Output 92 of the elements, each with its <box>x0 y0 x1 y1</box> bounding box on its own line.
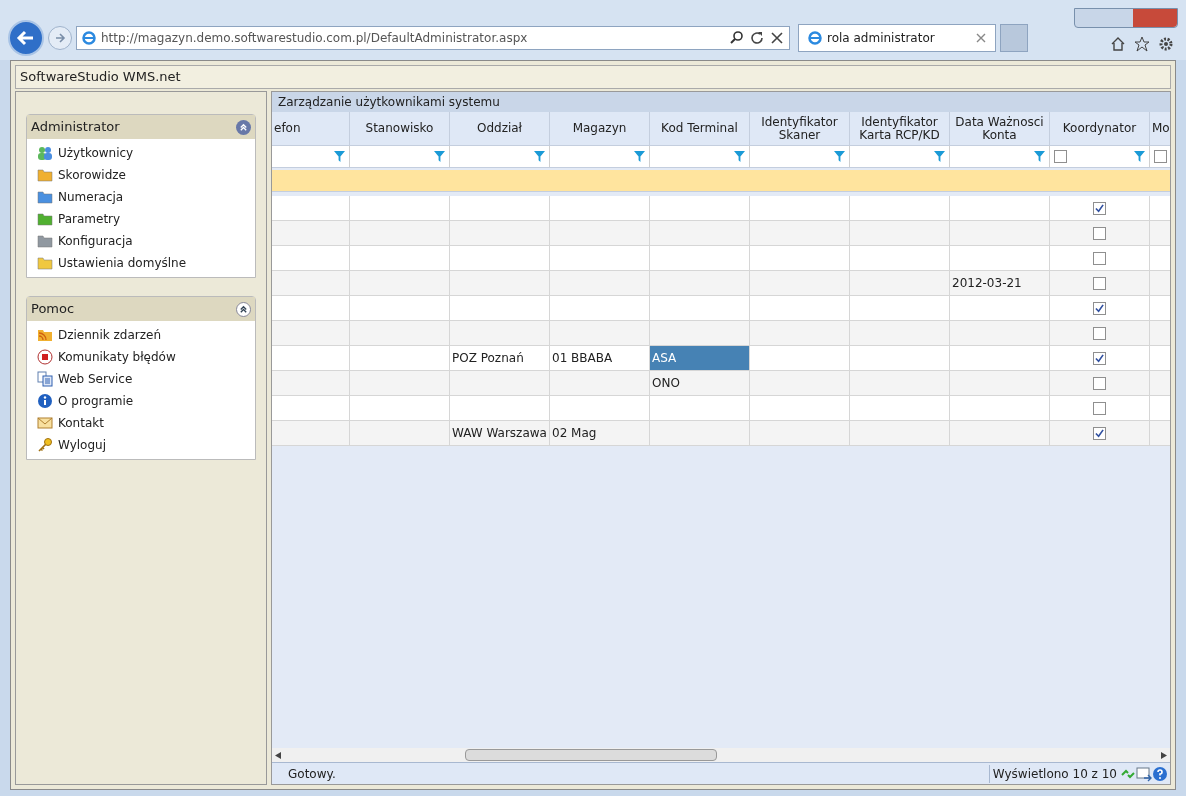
sidebar-item[interactable]: Numeracja <box>37 186 245 208</box>
table-cell-text: ONO <box>652 375 680 392</box>
collapse-icon[interactable] <box>236 119 251 135</box>
status-text: Gotowy. <box>287 765 337 783</box>
filter-icon[interactable] <box>534 151 545 162</box>
sidebar-item[interactable]: Parametry <box>37 208 245 230</box>
sidebar-item[interactable]: Ustawienia domyślne <box>37 252 245 274</box>
forward-button[interactable] <box>48 26 72 50</box>
collapse-icon[interactable] <box>236 301 251 317</box>
mail-icon <box>37 415 53 431</box>
info-icon <box>37 393 53 409</box>
column-header[interactable]: Data Ważnosci Konta <box>950 115 1049 142</box>
column-header[interactable]: Identyfikator Skaner <box>750 115 849 142</box>
browser-tab[interactable]: rola administrator <box>798 24 996 52</box>
back-button[interactable] <box>8 20 44 56</box>
tab-title: rola administrator <box>827 30 936 47</box>
checkbox[interactable] <box>1054 150 1067 163</box>
checkbox[interactable] <box>1093 276 1106 290</box>
column-header[interactable]: Kod Terminal <box>659 122 740 135</box>
arrow-icon <box>54 32 66 44</box>
sidebar-item[interactable]: Użytkownicy <box>37 142 245 164</box>
search-icon[interactable] <box>729 30 745 46</box>
folder-icon <box>37 255 53 271</box>
sidebar-item[interactable]: Komunikaty błędów <box>37 346 245 368</box>
folder-icon <box>37 233 53 249</box>
window-controls[interactable] <box>1074 8 1178 28</box>
filter-icon[interactable] <box>1134 151 1145 162</box>
stop-icon <box>37 349 53 365</box>
table-cell-text: 2012-03-21 <box>952 275 1022 292</box>
home-icon[interactable] <box>1110 36 1126 52</box>
column-header[interactable]: Identyfikator Karta RCP/KD <box>850 115 949 142</box>
table-cell-text: 02 Mag <box>552 425 597 442</box>
folder-icon <box>37 189 53 205</box>
column-header[interactable]: Mo <box>1150 122 1170 135</box>
column-header[interactable]: Stanowisko <box>363 122 436 135</box>
filter-icon[interactable] <box>934 151 945 162</box>
filter-icon[interactable] <box>834 151 845 162</box>
sidebar-item[interactable]: Skorowidze <box>37 164 245 186</box>
checkbox[interactable] <box>1093 426 1106 440</box>
table-cell-text: POZ Poznań <box>452 350 524 367</box>
scrollbar-thumb[interactable] <box>465 749 717 761</box>
checkbox[interactable] <box>1093 351 1106 365</box>
column-header[interactable]: efon <box>272 122 303 135</box>
panel-title: Pomoc <box>31 300 75 319</box>
column-header[interactable]: Oddział <box>474 122 525 135</box>
page-icon <box>807 30 823 46</box>
table-cell-text: 01 BBABA <box>552 350 613 367</box>
page-icon <box>81 30 97 46</box>
folder-feed-icon <box>37 327 53 343</box>
address-bar[interactable]: http://magazyn.demo.softwarestudio.com.pl/DefaultAdministrator.aspx <box>76 26 790 50</box>
checkbox[interactable] <box>1093 301 1106 315</box>
arrow-icon <box>16 28 36 48</box>
sidebar-item[interactable]: O programie <box>37 390 245 412</box>
checkbox[interactable] <box>1093 201 1106 215</box>
grid-title: Zarządzanie użytkownikami systemu <box>272 92 1170 112</box>
column-header[interactable]: Magazyn <box>570 122 629 135</box>
panel-title: Administrator <box>31 118 120 137</box>
document-icon <box>37 371 53 387</box>
sidebar-item[interactable]: Kontakt <box>37 412 245 434</box>
sidebar-item[interactable]: Dziennik zdarzeń <box>37 324 245 346</box>
close-icon[interactable] <box>769 30 785 46</box>
app-title-bar: SoftwareStudio WMS.net <box>15 65 1171 89</box>
folder-icon <box>37 167 53 183</box>
filter-icon[interactable] <box>434 151 445 162</box>
checkbox[interactable] <box>1093 326 1106 340</box>
checkbox[interactable] <box>1093 226 1106 240</box>
folder-icon <box>37 211 53 227</box>
table-cell-text: WAW Warszawa <box>452 425 547 442</box>
checkbox[interactable] <box>1093 376 1106 390</box>
users-icon <box>37 145 53 161</box>
horizontal-scrollbar[interactable] <box>272 748 1170 762</box>
sidebar-item[interactable]: Konfiguracja <box>37 230 245 252</box>
filter-icon[interactable] <box>334 151 345 162</box>
export-icon[interactable] <box>1136 765 1152 782</box>
checkbox[interactable] <box>1093 401 1106 415</box>
settings-icon[interactable] <box>1158 36 1174 52</box>
sidebar-item[interactable]: Web Service <box>37 368 245 390</box>
scroll-right-icon[interactable] <box>1161 751 1167 759</box>
filter-icon[interactable] <box>634 151 645 162</box>
checkbox[interactable] <box>1093 251 1106 265</box>
key-icon <box>37 437 53 453</box>
table-cell-text: ASA <box>652 350 677 367</box>
filter-icon[interactable] <box>1034 151 1045 162</box>
record-count: Wyświetlono 10 z 10 <box>988 764 1120 783</box>
star-icon[interactable] <box>1134 36 1150 52</box>
sidebar-item[interactable]: Wyloguj <box>37 434 245 456</box>
url-text: http://magazyn.demo.softwarestudio.com.pl/DefaultAdministrator.aspx <box>101 30 529 47</box>
scroll-left-icon[interactable] <box>275 751 281 759</box>
filter-icon[interactable] <box>734 151 745 162</box>
column-header[interactable]: Koordynator <box>1060 122 1139 135</box>
help-icon[interactable] <box>1152 765 1168 782</box>
checkbox[interactable] <box>1154 150 1167 163</box>
